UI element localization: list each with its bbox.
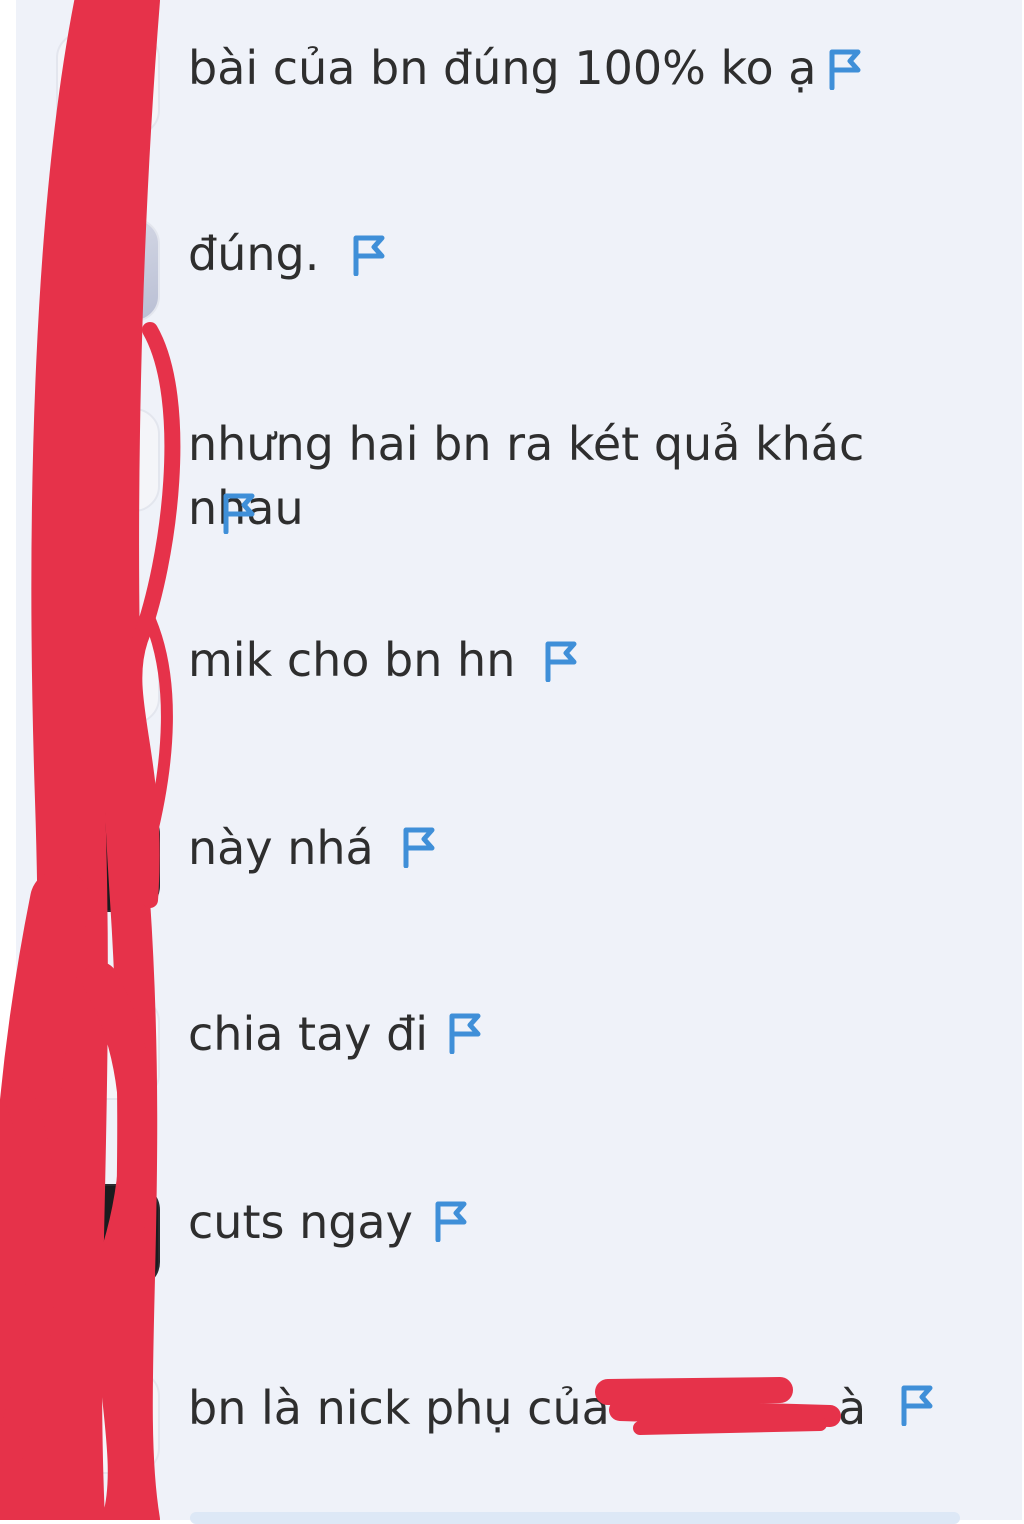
- comment-text-after: à: [838, 1381, 867, 1435]
- comment-text: mik cho bn hn: [188, 633, 516, 687]
- comment-text: chia tay đi: [188, 1007, 429, 1061]
- avatar[interactable]: [56, 808, 160, 912]
- avatar[interactable]: [56, 1184, 160, 1288]
- flag-icon[interactable]: [824, 48, 864, 90]
- input-bar-edge: [190, 1512, 960, 1524]
- avatar[interactable]: [56, 1370, 160, 1474]
- comment-text: nhưng hai bn ra két quả khác nhau: [188, 417, 865, 535]
- avatar[interactable]: [56, 620, 160, 724]
- flag-icon[interactable]: [218, 492, 258, 534]
- flag-icon[interactable]: [430, 1200, 470, 1242]
- avatar[interactable]: [56, 218, 160, 322]
- flag-icon[interactable]: [398, 826, 438, 868]
- comment-text-before: bn là nick phụ của: [188, 1381, 610, 1435]
- comment-text: bài của bn đúng 100% ko ạ: [188, 41, 817, 95]
- comment-text: này nhá: [188, 821, 374, 875]
- avatar[interactable]: [56, 996, 160, 1100]
- flag-icon[interactable]: [348, 234, 388, 276]
- flag-icon[interactable]: [896, 1384, 936, 1426]
- avatar[interactable]: [56, 408, 160, 512]
- comment-text: cuts ngay: [188, 1195, 413, 1249]
- flag-icon[interactable]: [444, 1012, 484, 1054]
- comment-text: đúng.: [188, 227, 320, 281]
- avatar[interactable]: [56, 32, 160, 136]
- flag-icon[interactable]: [540, 640, 580, 682]
